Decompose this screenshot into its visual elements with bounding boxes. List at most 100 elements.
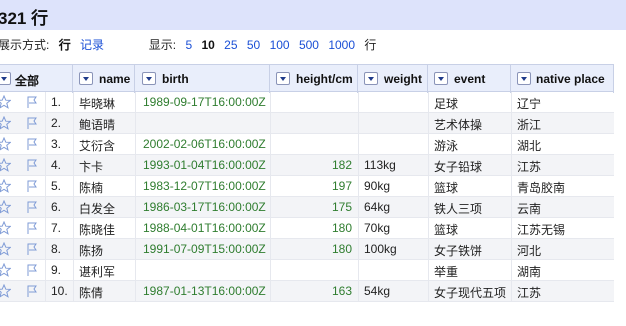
cell-native-place: 湖北	[517, 139, 542, 153]
cell-native-place: 云南	[517, 202, 542, 216]
cell-height: 175	[331, 200, 352, 214]
display-mode-label: 展示方式:	[0, 38, 50, 52]
column-height-label: height/cm	[296, 72, 353, 86]
flag-icon[interactable]	[25, 284, 39, 298]
page-size-50-link[interactable]: 50	[247, 38, 260, 52]
cell-native-place: 湖南	[517, 265, 542, 279]
table-row: 5. 陈楠 1983-12-07T16:00:00Z 197 90kg 篮球 青岛胶南	[0, 176, 614, 197]
cell-native-place: 河北	[517, 244, 542, 258]
star-icon[interactable]	[0, 94, 12, 109]
row-index: 1.	[51, 95, 62, 109]
cell-event: 女子铅球	[434, 160, 483, 174]
column-native-label: native place	[536, 72, 605, 86]
column-menu-icon[interactable]	[364, 72, 378, 85]
table-row: 7. 陈晓佳 1988-04-01T16:00:00Z 180 70kg 篮球 江苏无锡	[0, 218, 614, 239]
row-index: 8.	[51, 242, 62, 256]
data-table: 全部 name birth height/cm weight event nat…	[0, 64, 626, 302]
cell-height: 180	[331, 221, 352, 235]
flag-icon[interactable]	[25, 95, 39, 109]
row-index: 9.	[51, 263, 62, 277]
column-menu-icon[interactable]	[434, 72, 448, 85]
flag-icon[interactable]	[25, 137, 39, 151]
page-size-100-link[interactable]: 100	[270, 38, 290, 52]
table-header: 全部 name birth height/cm weight event nat…	[0, 64, 614, 93]
table-row: 9. 谌利军 举重 湖南	[0, 260, 614, 281]
star-icon[interactable]	[0, 157, 12, 172]
flag-icon[interactable]	[25, 221, 39, 235]
column-menu-icon[interactable]	[0, 72, 11, 85]
row-index: 3.	[51, 137, 62, 151]
column-menu-icon[interactable]	[79, 72, 93, 85]
cell-name: 陈楠	[79, 181, 104, 195]
cell-event: 铁人三项	[434, 202, 483, 216]
column-header-name[interactable]: name	[73, 65, 135, 93]
row-count-title: 321 行	[0, 9, 49, 28]
page-size-1000-link[interactable]: 1000	[328, 38, 355, 52]
column-event-label: event	[454, 72, 486, 86]
column-menu-icon[interactable]	[142, 72, 156, 85]
column-header-weight[interactable]: weight	[358, 65, 428, 93]
star-icon[interactable]	[0, 115, 12, 130]
column-header-native-place[interactable]: native place	[511, 65, 614, 93]
cell-name: 陈倩	[79, 286, 104, 300]
column-header-birth[interactable]: birth	[135, 65, 270, 93]
cell-name: 毕晓琳	[79, 97, 116, 111]
table-row: 3. 艾衍含 2002-02-06T16:00:00Z 游泳 湖北	[0, 134, 614, 155]
star-icon[interactable]	[0, 262, 12, 277]
page-size-5-link[interactable]: 5	[185, 38, 192, 52]
view-options-bar: 展示方式: 行 记录 显示: 5 10 25 50 100 500 1000 行	[0, 36, 382, 54]
page-size-10-current: 10	[201, 38, 215, 52]
flag-icon[interactable]	[25, 116, 39, 130]
display-mode-records-link[interactable]: 记录	[80, 36, 104, 53]
cell-event: 女子铁饼	[434, 244, 483, 258]
cell-height: 180	[331, 242, 352, 256]
column-header-all[interactable]: 全部	[0, 65, 73, 93]
row-count-header: 321 行	[0, 0, 626, 30]
column-menu-icon[interactable]	[276, 72, 290, 85]
table-row: 10. 陈倩 1987-01-13T16:00:00Z 163 54kg 女子现代五项 江苏	[0, 281, 614, 302]
column-header-event[interactable]: event	[428, 65, 511, 93]
column-birth-label: birth	[162, 72, 189, 86]
flag-icon[interactable]	[25, 242, 39, 256]
column-all-label: 全部	[15, 74, 40, 88]
column-menu-icon[interactable]	[517, 72, 531, 85]
flag-icon[interactable]	[25, 179, 39, 193]
cell-native-place: 浙江	[517, 118, 542, 132]
cell-name: 白发全	[79, 202, 116, 216]
cell-weight: 113kg	[364, 158, 396, 172]
cell-height: 182	[331, 158, 352, 172]
star-icon[interactable]	[0, 199, 12, 214]
cell-birth: 1986-03-17T16:00:00Z	[143, 200, 266, 214]
table-row: 2. 鲍语晴 艺术体操 浙江	[0, 113, 614, 134]
cell-weight: 90kg	[364, 179, 391, 193]
cell-name: 卞卡	[79, 160, 104, 174]
cell-native-place: 辽宁	[517, 97, 542, 111]
table-row: 8. 陈扬 1991-07-09T15:00:00Z 180 100kg 女子铁饼 河北	[0, 239, 614, 260]
page-size-500-link[interactable]: 500	[299, 38, 319, 52]
cell-weight: 70kg	[364, 221, 391, 235]
cell-native-place: 青岛胶南	[517, 181, 566, 195]
star-icon[interactable]	[0, 136, 12, 151]
star-icon[interactable]	[0, 283, 12, 298]
row-index: 7.	[51, 221, 62, 235]
cell-name: 陈扬	[79, 244, 104, 258]
flag-icon[interactable]	[25, 263, 39, 277]
page-size-25-link[interactable]: 25	[224, 38, 237, 52]
column-name-label: name	[99, 72, 131, 86]
table-row: 6. 白发全 1986-03-17T16:00:00Z 175 64kg 铁人三项 云南	[0, 197, 614, 218]
page-size-unit: 行	[364, 38, 377, 52]
star-icon[interactable]	[0, 220, 12, 235]
cell-event: 女子现代五项	[434, 286, 507, 300]
cell-event: 举重	[434, 265, 459, 279]
cell-event: 篮球	[434, 223, 459, 237]
flag-icon[interactable]	[25, 200, 39, 214]
row-index: 10.	[51, 284, 68, 298]
star-icon[interactable]	[0, 241, 12, 256]
flag-icon[interactable]	[25, 158, 39, 172]
cell-height: 197	[331, 179, 352, 193]
cell-birth: 1989-09-17T16:00:00Z	[143, 95, 266, 109]
star-icon[interactable]	[0, 178, 12, 193]
column-header-height[interactable]: height/cm	[270, 65, 358, 93]
cell-weight: 64kg	[364, 200, 391, 214]
column-weight-label: weight	[384, 72, 422, 86]
